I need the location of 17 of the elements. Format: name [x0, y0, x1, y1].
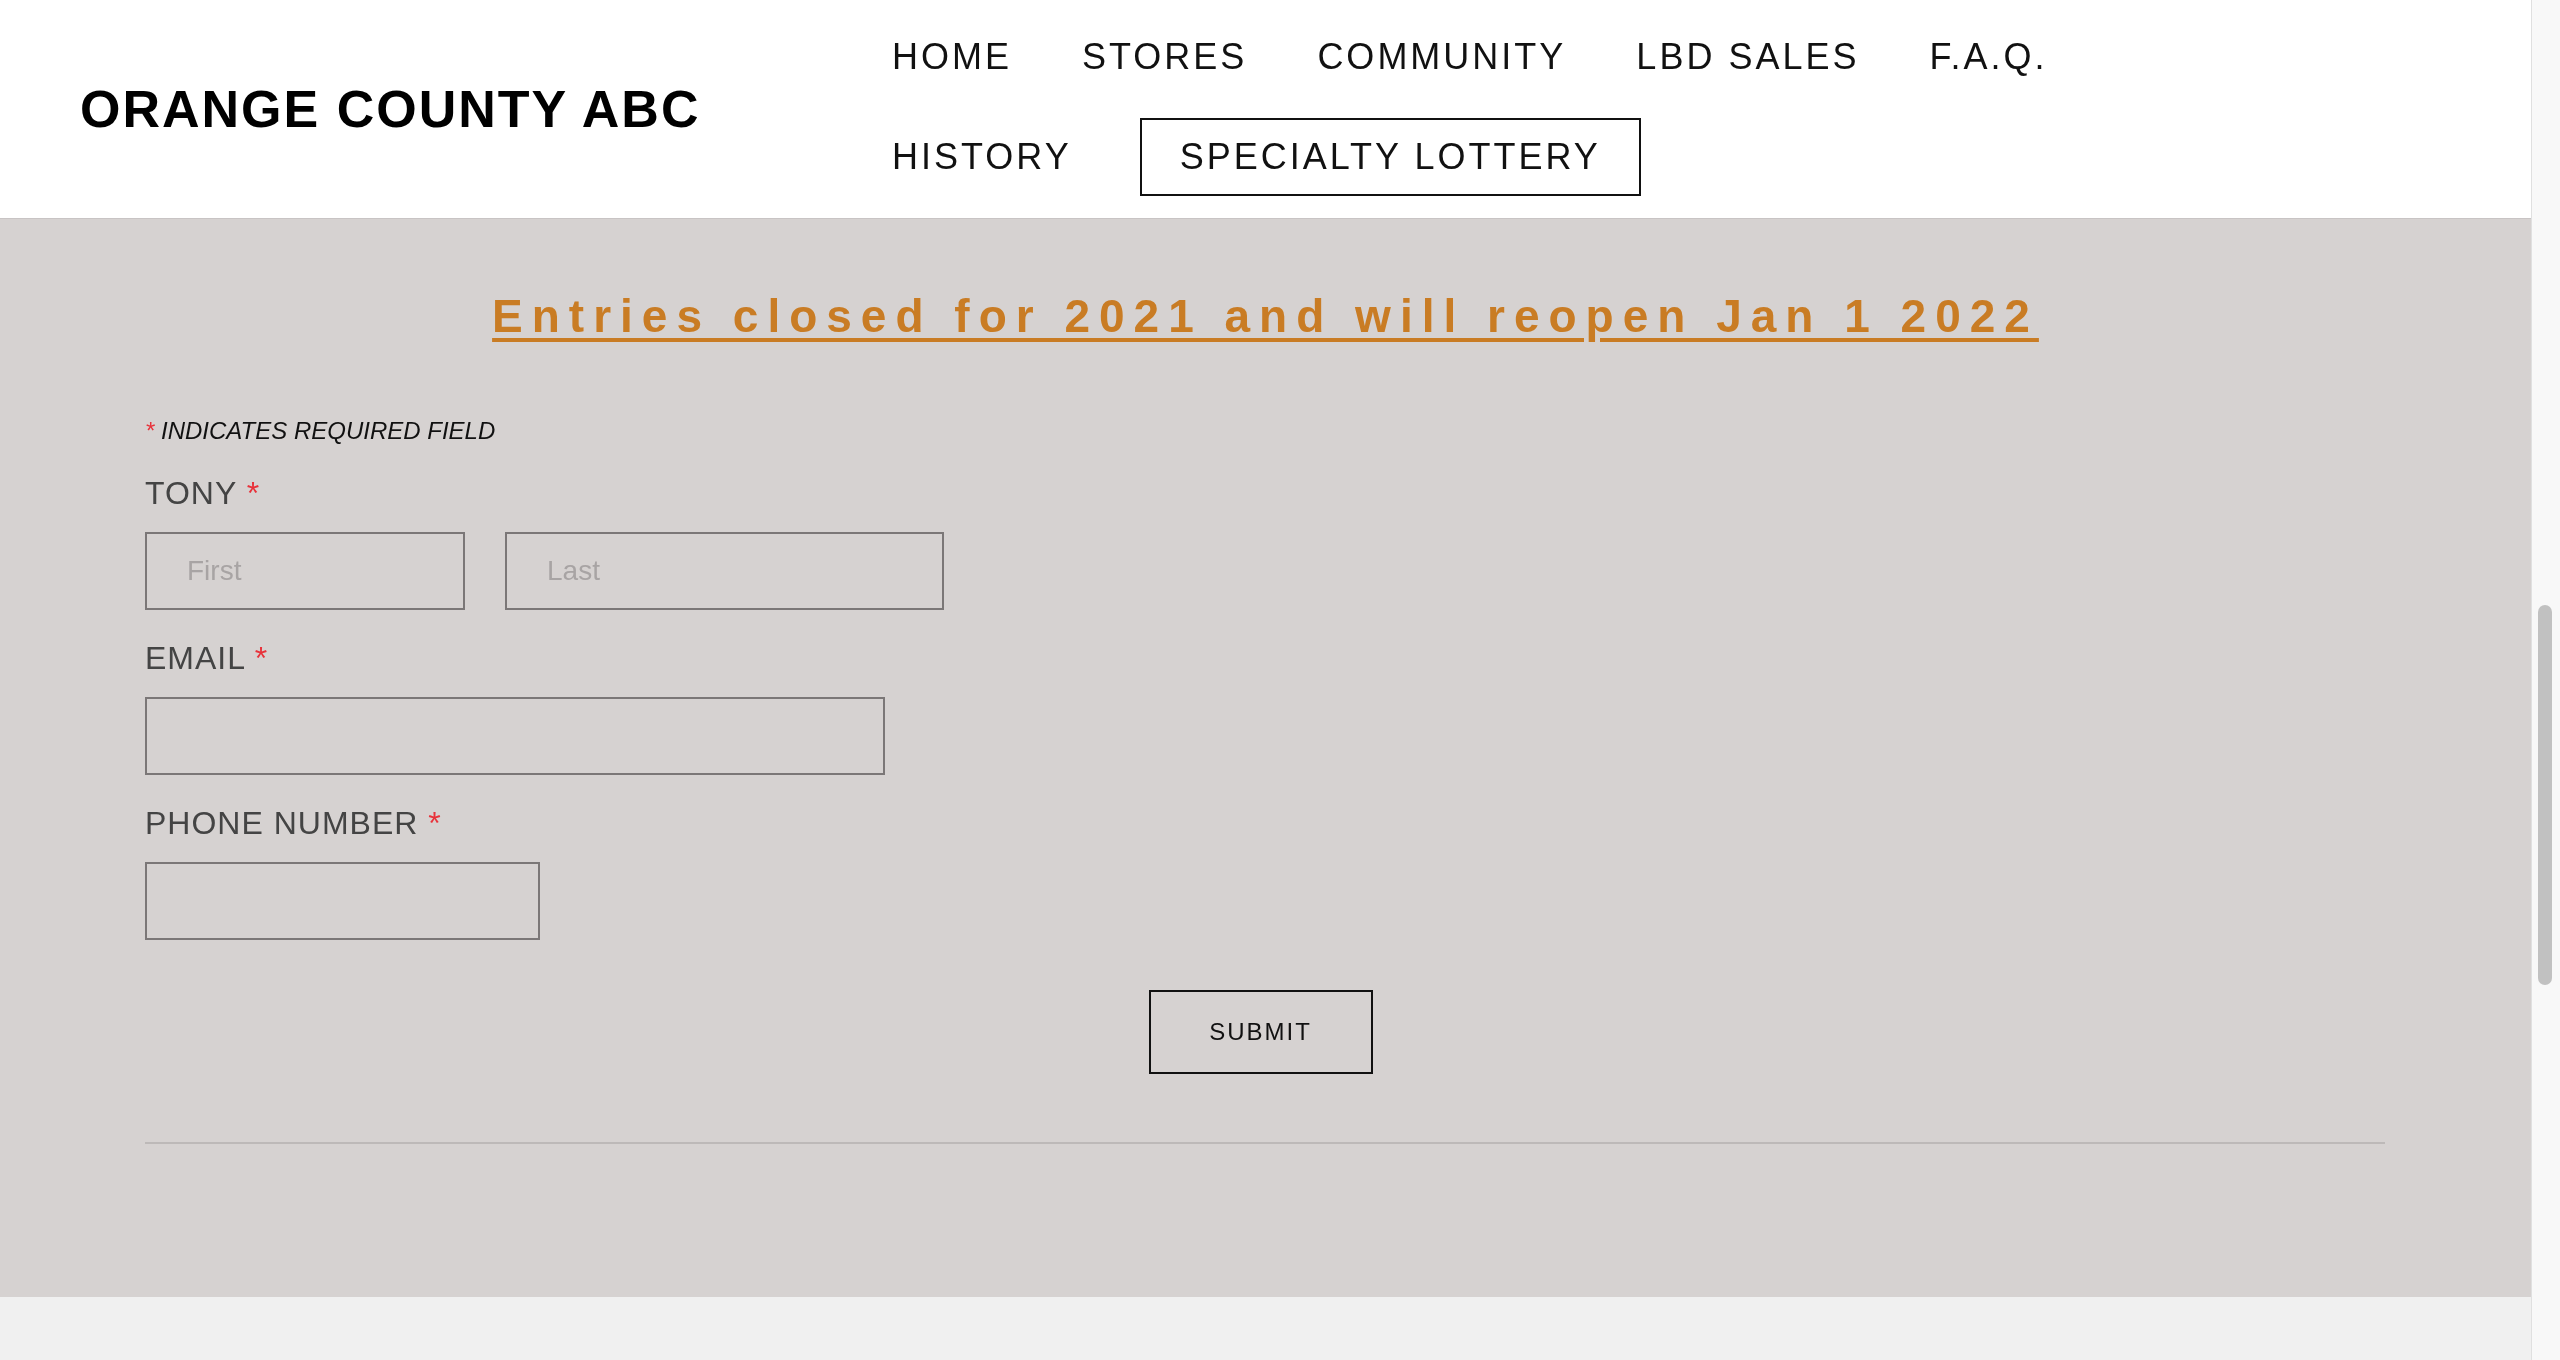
text-field[interactable]: [145, 862, 540, 940]
nav-link[interactable]: COMMUNITY: [1315, 18, 1569, 96]
nav-link[interactable]: HISTORY: [890, 118, 1074, 196]
nav-link[interactable]: SPECIALTY LOTTERY: [1139, 118, 1641, 196]
required-field-note: * INDICATES REQUIRED FIELD: [145, 417, 496, 445]
nav-link[interactable]: STORES: [1080, 18, 1250, 96]
nav-link[interactable]: HOME: [890, 18, 1014, 96]
field-label: TONY *: [145, 475, 262, 512]
site-title[interactable]: ORANGE COUNTY ABC: [80, 79, 890, 139]
submit-button[interactable]: SUBMIT: [1148, 990, 1373, 1074]
field-label: EMAIL *: [145, 640, 270, 677]
nav-link[interactable]: F.A.Q.: [1927, 18, 2050, 96]
text-field[interactable]: [145, 697, 885, 775]
scrollbar-thumb[interactable]: [2538, 605, 2552, 985]
nav-link[interactable]: LBD SALES: [1634, 18, 1862, 96]
scrollbar[interactable]: [2531, 0, 2560, 1360]
field-label: PHONE NUMBER *: [145, 805, 443, 842]
